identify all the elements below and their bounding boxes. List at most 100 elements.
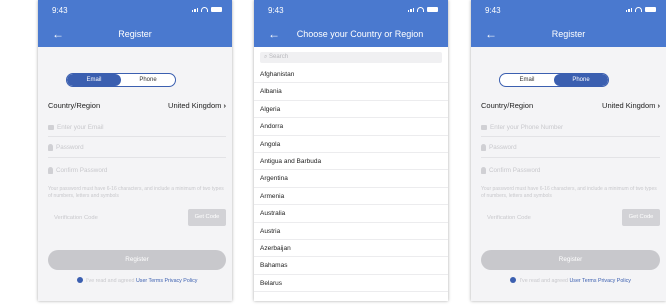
agreement-row: I've read and agreed User Terms Privacy … xyxy=(481,277,660,284)
status-icons xyxy=(625,7,656,12)
lock-icon xyxy=(481,166,486,174)
confirm-password-field[interactable]: Confirm Password xyxy=(481,162,660,178)
country-region-value: United Kingdom › xyxy=(602,101,660,110)
verification-code-field[interactable]: Verification Code xyxy=(487,215,531,221)
register-phone-screen: 9:43 ← Register Email Phone Country/Regi… xyxy=(471,0,666,301)
phone-placeholder: Enter your Phone Number xyxy=(490,123,564,131)
wifi-icon xyxy=(201,7,208,12)
signal-icon xyxy=(191,8,198,12)
phone-icon xyxy=(481,124,487,130)
signal-icon xyxy=(407,8,414,12)
lock-icon xyxy=(481,143,486,151)
country-list-item[interactable]: Bahamas xyxy=(254,257,448,275)
country-region-label: Country/Region xyxy=(481,101,534,110)
register-button[interactable]: Register xyxy=(48,250,226,270)
country-list-item[interactable]: Armenia xyxy=(254,188,448,206)
tab-email[interactable]: Email xyxy=(67,74,121,86)
user-terms-link[interactable]: User Terms xyxy=(569,278,596,284)
divider xyxy=(481,136,660,137)
chevron-right-icon: › xyxy=(657,101,661,110)
country-list-item[interactable]: Australia xyxy=(254,205,448,223)
battery-icon xyxy=(427,7,438,12)
verification-row: Verification Code Get Code xyxy=(48,209,226,226)
get-code-button[interactable]: Get Code xyxy=(188,209,226,226)
verification-row: Verification Code Get Code xyxy=(481,209,660,226)
page-title: Register xyxy=(118,29,152,39)
search-icon: ⌕ xyxy=(264,54,268,60)
divider xyxy=(48,136,226,137)
country-select-screen: 9:43 ← Choose your Country or Region ⌕ S… xyxy=(254,0,448,301)
country-list-item[interactable]: Austria xyxy=(254,223,448,240)
signal-icon xyxy=(625,8,632,12)
search-input[interactable]: ⌕ Search xyxy=(260,52,442,63)
divider xyxy=(48,157,226,158)
register-email-screen: 9:43 ← Register Email Phone Country/Regi… xyxy=(38,0,232,301)
email-field[interactable]: Enter your Email xyxy=(48,119,226,135)
wifi-icon xyxy=(635,7,642,12)
country-list-item[interactable]: Algeria xyxy=(254,101,448,119)
status-time: 9:43 xyxy=(485,6,501,15)
search-placeholder: Search xyxy=(269,54,289,60)
mail-icon xyxy=(48,124,54,130)
status-bar: 9:43 xyxy=(485,6,656,18)
tab-phone[interactable]: Phone xyxy=(554,74,608,86)
status-bar: 9:43 xyxy=(52,6,222,18)
country-list-item[interactable]: Antigua and Barbuda xyxy=(254,153,448,171)
country-list-item[interactable]: Albania xyxy=(254,83,448,101)
status-icons xyxy=(191,7,222,12)
status-bar: 9:43 xyxy=(268,6,438,18)
status-time: 9:43 xyxy=(268,6,284,15)
header-bar: 9:43 ← Register xyxy=(38,0,232,47)
password-placeholder: Password xyxy=(56,143,84,151)
agree-text: I've read and agreed xyxy=(519,278,568,284)
country-region-row[interactable]: Country/Region United Kingdom › xyxy=(481,101,660,113)
battery-icon xyxy=(211,7,222,12)
page-title: Choose your Country or Region xyxy=(296,29,424,39)
agree-text: I've read and agreed xyxy=(86,278,135,284)
country-list-item[interactable]: Andorra xyxy=(254,118,448,136)
wifi-icon xyxy=(417,7,424,12)
country-list-item[interactable]: Argentina xyxy=(254,170,448,188)
country-list-item[interactable]: Azerbaijan xyxy=(254,240,448,258)
confirm-password-placeholder: Confirm Password xyxy=(56,166,108,174)
header-bar: 9:43 ← Register xyxy=(471,0,666,47)
user-terms-link[interactable]: User Terms xyxy=(136,278,163,284)
password-field[interactable]: Password xyxy=(48,139,226,155)
get-code-button[interactable]: Get Code xyxy=(622,209,660,226)
country-region-value: United Kingdom › xyxy=(168,101,226,110)
lock-icon xyxy=(48,143,53,151)
battery-icon xyxy=(645,7,656,12)
status-icons xyxy=(407,7,438,12)
country-list-item[interactable]: Belarus xyxy=(254,275,448,293)
country-list-item[interactable]: Angola xyxy=(254,136,448,153)
email-phone-toggle[interactable]: Email Phone xyxy=(66,73,176,87)
chevron-right-icon: › xyxy=(223,101,227,110)
password-rules-note: Your password must have 6-16 characters,… xyxy=(48,186,224,199)
email-phone-toggle[interactable]: Email Phone xyxy=(499,73,609,87)
page-title: Register xyxy=(551,29,586,39)
agree-checkbox[interactable] xyxy=(510,277,517,283)
verification-code-field[interactable]: Verification Code xyxy=(54,215,98,221)
country-list-item[interactable]: Afghanistan xyxy=(254,66,448,84)
privacy-policy-link[interactable]: Privacy Policy xyxy=(164,278,197,284)
country-region-row[interactable]: Country/Region United Kingdom › xyxy=(48,101,226,113)
register-button[interactable]: Register xyxy=(481,250,660,270)
header-bar: 9:43 ← Choose your Country or Region xyxy=(254,0,448,47)
country-region-label: Country/Region xyxy=(48,101,101,110)
confirm-password-field[interactable]: Confirm Password xyxy=(48,162,226,178)
confirm-password-placeholder: Confirm Password xyxy=(489,166,541,174)
divider xyxy=(481,157,660,158)
lock-icon xyxy=(48,166,53,174)
tab-email[interactable]: Email xyxy=(500,74,554,86)
status-time: 9:43 xyxy=(52,6,68,15)
phone-field[interactable]: Enter your Phone Number xyxy=(481,119,660,135)
password-rules-note: Your password must have 6-16 characters,… xyxy=(481,186,657,199)
password-field[interactable]: Password xyxy=(481,139,660,155)
tab-phone[interactable]: Phone xyxy=(121,74,175,86)
password-placeholder: Password xyxy=(489,143,517,151)
agreement-row: I've read and agreed User Terms Privacy … xyxy=(48,277,226,284)
country-list: Afghanistan Albania Algeria Andorra Angola An… xyxy=(254,66,448,301)
agree-checkbox[interactable] xyxy=(76,277,83,283)
email-placeholder: Enter your Email xyxy=(57,123,104,131)
privacy-policy-link[interactable]: Privacy Policy xyxy=(598,278,631,284)
